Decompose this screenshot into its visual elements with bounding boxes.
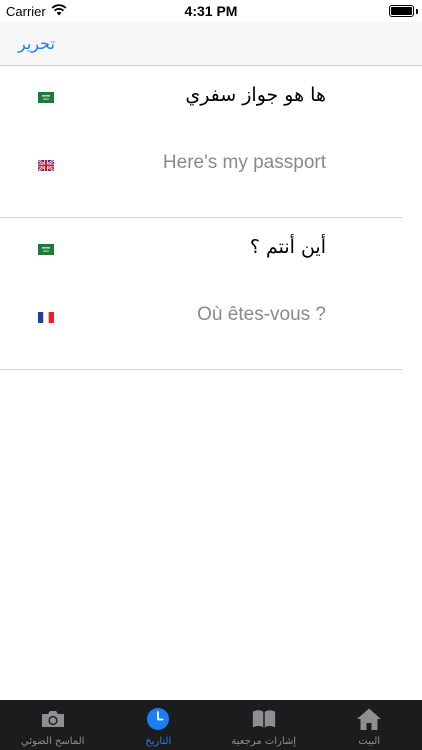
tab-label: البيت: [358, 736, 381, 747]
clock-time: 4:31 PM: [184, 3, 238, 19]
translation-text: Here's my passport: [162, 152, 326, 173]
translation-row[interactable]: Here's my passport: [0, 134, 422, 198]
book-icon: [251, 707, 277, 731]
tab-bar: الماسح الضوئي التاريخ إشارات مرجعية البي…: [0, 700, 422, 750]
history-entry[interactable]: ها هو جواز سفري Here's my passport: [0, 66, 422, 218]
source-phrase-row[interactable]: أين أنتم ؟: [0, 218, 422, 282]
source-phrase-text: ها هو جواز سفري: [185, 84, 326, 106]
battery-tip: [416, 9, 418, 14]
france-flag-icon: [38, 312, 54, 323]
history-entry[interactable]: أين أنتم ؟ Où êtes-vous ?: [0, 218, 422, 370]
tab-label: التاريخ: [145, 736, 172, 747]
tab-history[interactable]: التاريخ: [106, 700, 212, 750]
history-list: ها هو جواز سفري Here's my passport أين أ…: [0, 66, 422, 370]
clock-icon: [145, 707, 171, 731]
camera-icon: [40, 707, 66, 731]
home-icon: [356, 707, 382, 731]
divider: [0, 369, 402, 370]
source-phrase-text: أين أنتم ؟: [249, 236, 326, 258]
tab-home[interactable]: البيت: [317, 700, 422, 750]
tab-label: إشارات مرجعية: [231, 736, 297, 747]
tab-scanner[interactable]: الماسح الضوئي: [0, 700, 106, 750]
translation-row[interactable]: Où êtes-vous ?: [0, 286, 422, 350]
edit-button[interactable]: تحرير: [18, 34, 55, 53]
saudi-arabia-flag-icon: [38, 92, 54, 103]
saudi-arabia-flag-icon: [38, 244, 54, 255]
tab-label: الماسح الضوئي: [21, 736, 85, 747]
united-kingdom-flag-icon: [38, 160, 54, 171]
translation-text: Où êtes-vous ?: [197, 304, 326, 325]
status-bar: Carrier 4:31 PM: [0, 0, 422, 22]
navigation-bar: تحرير: [0, 22, 422, 66]
source-phrase-row[interactable]: ها هو جواز سفري: [0, 66, 422, 130]
tab-bookmarks[interactable]: إشارات مرجعية: [211, 700, 317, 750]
battery-icon: [389, 5, 414, 17]
